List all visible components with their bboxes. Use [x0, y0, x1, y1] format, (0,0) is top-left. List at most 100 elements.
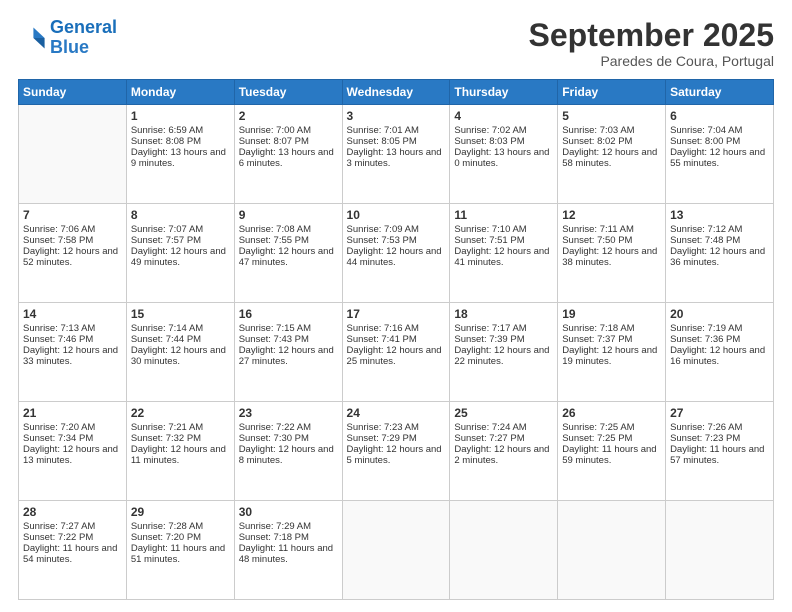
calendar-cell: 17Sunrise: 7:16 AMSunset: 7:41 PMDayligh… — [342, 303, 450, 402]
day-number: 27 — [670, 406, 769, 420]
sunset-text: Sunset: 7:50 PM — [562, 235, 661, 246]
calendar-cell: 26Sunrise: 7:25 AMSunset: 7:25 PMDayligh… — [558, 402, 666, 501]
calendar-cell: 8 Sunrise: 7:07 AMSunset: 7:57 PMDaylight… — [126, 204, 234, 303]
calendar-cell — [19, 105, 127, 204]
day-number: 30 — [239, 505, 338, 519]
calendar-cell: 30Sunrise: 7:29 AMSunset: 7:18 PMDayligh… — [234, 501, 342, 600]
day-number: 14 — [23, 307, 122, 321]
day-number: 29 — [131, 505, 230, 519]
daylight-text: Daylight: 11 hours and 51 minutes. — [131, 543, 230, 565]
sunrise-text: Sunrise: 7:11 AM — [562, 224, 661, 235]
sunset-text: Sunset: 8:00 PM — [670, 136, 769, 147]
sunset-text: Sunset: 7:36 PM — [670, 334, 769, 345]
day-number: 11 — [454, 208, 553, 222]
day-number: 5 — [562, 109, 661, 123]
calendar-week-row: 1Sunrise: 6:59 AMSunset: 8:08 PMDaylight… — [19, 105, 774, 204]
daylight-text: Daylight: 12 hours and 41 minutes. — [454, 246, 553, 268]
calendar-cell: 1Sunrise: 6:59 AMSunset: 8:08 PMDaylight… — [126, 105, 234, 204]
daylight-text: Daylight: 12 hours and 13 minutes. — [23, 444, 122, 466]
calendar-cell: 16 Sunrise: 7:15 AMSunset: 7:43 PMDayligh… — [234, 303, 342, 402]
sunset-text: Sunset: 7:43 PM — [239, 334, 338, 345]
sunrise-text: Sunrise: 7:27 AM — [23, 521, 122, 532]
calendar-cell: 15Sunrise: 7:14 AMSunset: 7:44 PMDayligh… — [126, 303, 234, 402]
sunset-text: Sunset: 7:34 PM — [23, 433, 122, 444]
sunset-text: Sunset: 7:53 PM — [347, 235, 446, 246]
sunrise-text: Sunrise: 7:25 AM — [562, 422, 661, 433]
sunset-text: Sunset: 8:03 PM — [454, 136, 553, 147]
sunrise-text: Sunrise: 7:08 AM — [239, 224, 338, 235]
day-number: 22 — [131, 406, 230, 420]
day-number: 20 — [670, 307, 769, 321]
calendar-cell: 20 Sunrise: 7:19 AMSunset: 7:36 PMDayligh… — [666, 303, 774, 402]
calendar-cell: 9Sunrise: 7:08 AMSunset: 7:55 PMDaylight… — [234, 204, 342, 303]
day-number: 21 — [23, 406, 122, 420]
sunrise-text: Sunrise: 7:07 AM — [131, 224, 230, 235]
location-subtitle: Paredes de Coura, Portugal — [529, 53, 774, 69]
daylight-text: Daylight: 12 hours and 27 minutes. — [239, 345, 338, 367]
month-title: September 2025 — [529, 18, 774, 53]
daylight-text: Daylight: 12 hours and 33 minutes. — [23, 345, 122, 367]
sunset-text: Sunset: 7:18 PM — [239, 532, 338, 543]
sunrise-text: Sunrise: 7:28 AM — [131, 521, 230, 532]
sunset-text: Sunset: 8:05 PM — [347, 136, 446, 147]
calendar-cell: 14Sunrise: 7:13 AMSunset: 7:46 PMDayligh… — [19, 303, 127, 402]
day-number: 2 — [239, 109, 338, 123]
daylight-text: Daylight: 13 hours and 6 minutes. — [239, 147, 338, 169]
sunrise-text: Sunrise: 7:09 AM — [347, 224, 446, 235]
daylight-text: Daylight: 13 hours and 9 minutes. — [131, 147, 230, 169]
calendar-week-row: 28Sunrise: 7:27 AMSunset: 7:22 PMDayligh… — [19, 501, 774, 600]
sunrise-text: Sunrise: 7:03 AM — [562, 125, 661, 136]
day-number: 25 — [454, 406, 553, 420]
sunset-text: Sunset: 7:39 PM — [454, 334, 553, 345]
sunset-text: Sunset: 7:25 PM — [562, 433, 661, 444]
sunset-text: Sunset: 7:46 PM — [23, 334, 122, 345]
day-number: 23 — [239, 406, 338, 420]
sunset-text: Sunset: 7:22 PM — [23, 532, 122, 543]
daylight-text: Daylight: 12 hours and 16 minutes. — [670, 345, 769, 367]
calendar-cell: 7Sunrise: 7:06 AMSunset: 7:58 PMDaylight… — [19, 204, 127, 303]
calendar-week-row: 7Sunrise: 7:06 AMSunset: 7:58 PMDaylight… — [19, 204, 774, 303]
sunrise-text: Sunrise: 7:12 AM — [670, 224, 769, 235]
sunset-text: Sunset: 7:57 PM — [131, 235, 230, 246]
calendar-week-row: 14Sunrise: 7:13 AMSunset: 7:46 PMDayligh… — [19, 303, 774, 402]
col-thursday: Thursday — [450, 80, 558, 105]
daylight-text: Daylight: 12 hours and 55 minutes. — [670, 147, 769, 169]
daylight-text: Daylight: 12 hours and 44 minutes. — [347, 246, 446, 268]
sunset-text: Sunset: 7:32 PM — [131, 433, 230, 444]
sunset-text: Sunset: 7:41 PM — [347, 334, 446, 345]
day-number: 16 — [239, 307, 338, 321]
calendar-cell: 13Sunrise: 7:12 AMSunset: 7:48 PMDayligh… — [666, 204, 774, 303]
sunset-text: Sunset: 7:58 PM — [23, 235, 122, 246]
day-number: 8 — [131, 208, 230, 222]
calendar-cell — [666, 501, 774, 600]
sunset-text: Sunset: 7:51 PM — [454, 235, 553, 246]
daylight-text: Daylight: 12 hours and 19 minutes. — [562, 345, 661, 367]
day-number: 13 — [670, 208, 769, 222]
daylight-text: Daylight: 13 hours and 0 minutes. — [454, 147, 553, 169]
sunrise-text: Sunrise: 7:24 AM — [454, 422, 553, 433]
calendar-table: Sunday Monday Tuesday Wednesday Thursday… — [18, 79, 774, 600]
day-number: 19 — [562, 307, 661, 321]
day-number: 26 — [562, 406, 661, 420]
sunset-text: Sunset: 7:23 PM — [670, 433, 769, 444]
col-tuesday: Tuesday — [234, 80, 342, 105]
header: General Blue September 2025 Paredes de C… — [18, 18, 774, 69]
sunrise-text: Sunrise: 7:22 AM — [239, 422, 338, 433]
daylight-text: Daylight: 12 hours and 49 minutes. — [131, 246, 230, 268]
calendar-week-row: 21Sunrise: 7:20 AMSunset: 7:34 PMDayligh… — [19, 402, 774, 501]
calendar-cell: 29Sunrise: 7:28 AMSunset: 7:20 PMDayligh… — [126, 501, 234, 600]
calendar-cell: 10Sunrise: 7:09 AMSunset: 7:53 PMDayligh… — [342, 204, 450, 303]
calendar-cell: 2Sunrise: 7:00 AMSunset: 8:07 PMDaylight… — [234, 105, 342, 204]
sunrise-text: Sunrise: 7:19 AM — [670, 323, 769, 334]
logo-line2: Blue — [50, 37, 89, 57]
daylight-text: Daylight: 11 hours and 54 minutes. — [23, 543, 122, 565]
sunrise-text: Sunrise: 7:15 AM — [239, 323, 338, 334]
calendar-cell: 24Sunrise: 7:23 AMSunset: 7:29 PMDayligh… — [342, 402, 450, 501]
calendar-cell: 6Sunrise: 7:04 AMSunset: 8:00 PMDaylight… — [666, 105, 774, 204]
sunrise-text: Sunrise: 7:00 AM — [239, 125, 338, 136]
day-number: 4 — [454, 109, 553, 123]
sunrise-text: Sunrise: 7:18 AM — [562, 323, 661, 334]
daylight-text: Daylight: 12 hours and 38 minutes. — [562, 246, 661, 268]
sunrise-text: Sunrise: 7:23 AM — [347, 422, 446, 433]
sunset-text: Sunset: 7:44 PM — [131, 334, 230, 345]
